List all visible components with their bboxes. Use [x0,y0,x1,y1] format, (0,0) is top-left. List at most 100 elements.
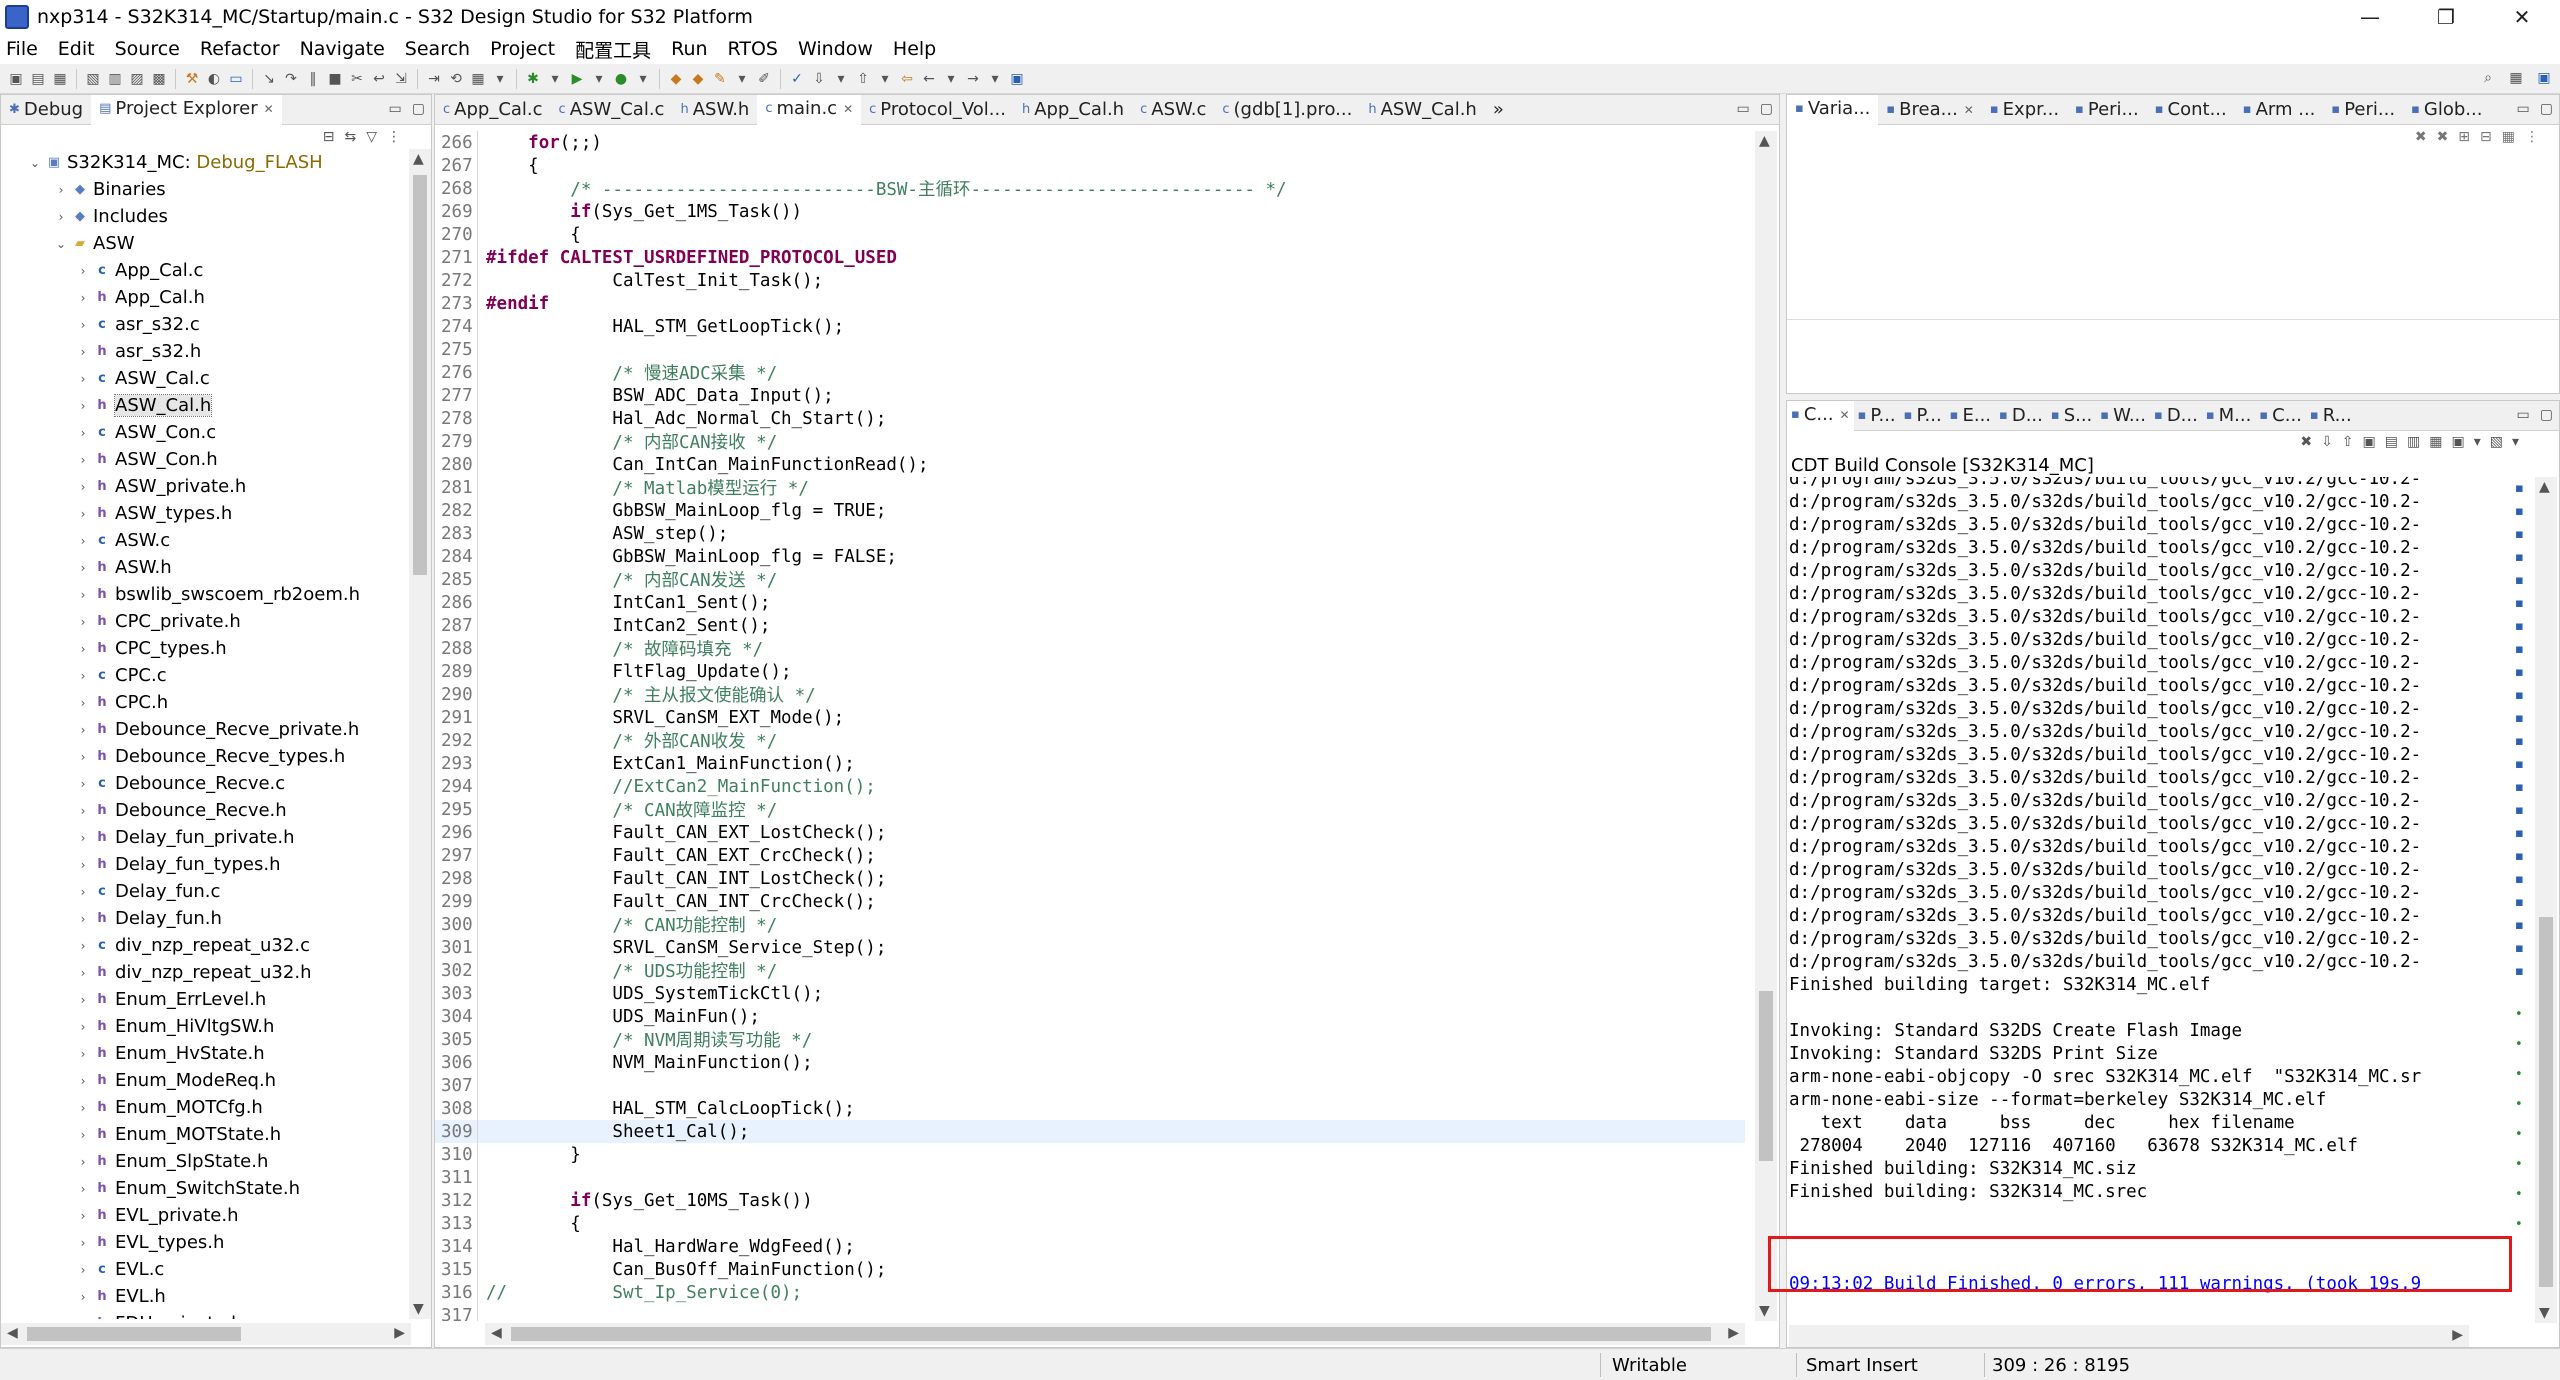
debug-view-tab[interactable]: ▪ Arm ... [2235,95,2324,125]
warning-marker-icon[interactable]: ▪ [2515,734,2524,749]
tree-file-node[interactable]: › h Enum_HiVltgSW.h [1,1013,401,1040]
remove-all-icon[interactable]: ✖ [2437,129,2449,145]
terminate-icon[interactable]: ■ [325,69,345,89]
warning-marker-icon[interactable]: ▪ [2515,642,2524,657]
info-marker-icon[interactable]: • [2515,1007,2523,1022]
console-view-tab[interactable]: ▪ P... [1854,401,1900,431]
tree-file-node[interactable]: › c App_Cal.c [1,257,401,284]
code-line[interactable]: 305 /* NVM周期读写功能 */ [435,1028,1745,1051]
chevron-right-icon[interactable]: › [75,588,91,602]
scrollbar-thumb[interactable] [2539,917,2553,1287]
explorer-vertical-scrollbar[interactable]: ▲ ▼ [409,149,431,1319]
close-icon[interactable]: ✕ [264,102,274,116]
editor-tab[interactable]: h App_Cal.h [1014,95,1132,125]
chevron-right-icon[interactable]: › [75,1128,91,1142]
code-line[interactable]: 274 HAL_STM_GetLoopTick(); [435,315,1745,338]
chevron-right-icon[interactable]: › [75,372,91,386]
chevron-right-icon[interactable]: › [75,858,91,872]
code-line[interactable]: 270 { [435,223,1745,246]
chevron-right-icon[interactable]: › [75,750,91,764]
build-all-icon[interactable]: ▥ [105,69,125,89]
maximize-view-icon[interactable]: ▢ [412,101,425,117]
tree-file-node[interactable]: › c CPC.c [1,662,401,689]
scroll-down-icon[interactable]: ▼ [1759,1303,1770,1319]
tree-file-node[interactable]: › h Enum_MOTCfg.h [1,1094,401,1121]
step-return-icon[interactable]: ↩ [369,69,389,89]
tree-folder-node[interactable]: ⌄ ▰ ASW [1,230,401,257]
console-vertical-scrollbar[interactable]: ▲ ▼ [2535,477,2557,1323]
code-line[interactable]: 280 Can_IntCan_MainFunctionRead(); [435,453,1745,476]
tree-file-node[interactable]: › h CPC.h [1,689,401,716]
run-icon[interactable]: ▶ [567,69,587,89]
dropdown-icon[interactable]: ▾ [941,69,961,89]
warning-marker-icon[interactable]: ▪ [2515,596,2524,611]
info-marker-icon[interactable]: • [2515,1217,2523,1232]
chevron-right-icon[interactable]: › [75,1101,91,1115]
code-line[interactable]: 288 /* 故障码填充 */ [435,637,1745,660]
code-line[interactable]: 278 Hal_Adc_Normal_Ch_Start(); [435,407,1745,430]
print-icon[interactable]: ▧ [83,69,103,89]
code-line[interactable]: 292 /* 外部CAN收发 */ [435,729,1745,752]
debug-view-tab[interactable]: ▪ Peri... [2323,95,2403,125]
console-view-tab[interactable]: ▪ S... [2047,401,2096,431]
code-line[interactable]: 275 [435,338,1745,361]
tree-file-node[interactable]: › h ASW_types.h [1,500,401,527]
step-over-icon[interactable]: ↷ [281,69,301,89]
chevron-right-icon[interactable]: › [75,642,91,656]
console-output[interactable]: d:/program/s32ds_3.5.0/s32ds/build_tools… [1789,477,2459,1323]
minimize-view-icon[interactable]: ▭ [2517,407,2530,423]
menu-item-3[interactable]: Refactor [200,38,280,60]
dropdown-icon[interactable]: ▾ [732,69,752,89]
warning-marker-icon[interactable]: ▪ [2515,550,2524,565]
code-line[interactable]: 304 UDS_MainFun(); [435,1005,1745,1028]
chevron-right-icon[interactable]: › [75,426,91,440]
code-line[interactable]: 308 HAL_STM_CalcLoopTick(); [435,1097,1745,1120]
debug-icon[interactable]: ✱ [523,69,543,89]
tree-file-node[interactable]: › h Enum_HvState.h [1,1040,401,1067]
warning-marker-icon[interactable]: ▪ [2515,872,2524,887]
scroll-up-icon[interactable]: ▲ [413,151,424,167]
remove-icon[interactable]: ✖ [2415,129,2427,145]
minimize-view-icon[interactable]: ▭ [1737,101,1750,117]
warning-marker-icon[interactable]: ▪ [2515,918,2524,933]
editor-tab[interactable]: h ASW_Cal.h [1360,95,1485,125]
clean-icon[interactable]: ◐ [204,69,224,89]
warning-marker-icon[interactable]: ▪ [2515,711,2524,726]
chevron-right-icon[interactable]: › [75,399,91,413]
code-line[interactable]: 271 #ifdef CALTEST_USRDEFINED_PROTOCOL_US… [435,246,1745,269]
tree-file-node[interactable]: › c Debounce_Recve.c [1,770,401,797]
warning-marker-icon[interactable]: ▪ [2515,504,2524,519]
dropdown-icon[interactable]: ▾ [2512,434,2519,450]
code-line[interactable]: 316 // Swt_Ip_Service(0); [435,1281,1745,1304]
toggle-mark-icon[interactable]: ✓ [787,69,807,89]
info-marker-icon[interactable]: • [2515,1187,2523,1202]
tree-file-node[interactable]: › h ASW_private.h [1,473,401,500]
console-view-tab[interactable]: ▪ D... [2150,401,2202,431]
code-line[interactable]: 277 BSW_ADC_Data_Input(); [435,384,1745,407]
debug-view-tab[interactable]: ▪ Peri... [2067,95,2147,125]
instruction-step-icon[interactable]: ⇥ [424,69,444,89]
chevron-right-icon[interactable]: › [75,561,91,575]
console-view-tab[interactable]: ▪ D... [1995,401,2047,431]
next-annotation-icon[interactable]: ⇩ [809,69,829,89]
code-line[interactable]: 293 ExtCan1_MainFunction(); [435,752,1745,775]
maximize-view-icon[interactable]: ▢ [2540,407,2553,423]
debug-view-tab[interactable]: ▪ Brea... ✕ [1878,95,1982,125]
warning-marker-icon[interactable]: ▪ [2515,803,2524,818]
code-line[interactable]: 298 Fault_CAN_INT_LostCheck(); [435,867,1745,890]
tree-file-node[interactable]: › h bswlib_swscoem_rb2oem.h [1,581,401,608]
code-line[interactable]: 290 /* 主从报文使能确认 */ [435,683,1745,706]
tree-file-node[interactable]: › c Delay_fun.c [1,878,401,905]
tree-folder-node[interactable]: › ◆ Binaries [1,176,401,203]
tree-file-node[interactable]: › h Enum_ErrLevel.h [1,986,401,1013]
editor-tab[interactable]: c App_Cal.c [435,95,551,125]
chevron-right-icon[interactable]: › [75,291,91,305]
code-line[interactable]: 266 for(;;) [435,131,1745,154]
chevron-right-icon[interactable]: › [53,210,69,224]
view-menu-icon[interactable]: ⋮ [387,129,401,145]
external-tools-icon[interactable]: ● [611,69,631,89]
link-editor-icon[interactable]: ⇆ [344,129,356,145]
scroll-up-icon[interactable]: ▲ [2539,479,2550,495]
editor-tab[interactable]: c (gdb[1].pro... [1214,95,1360,125]
code-line[interactable]: 279 /* 内部CAN接收 */ [435,430,1745,453]
